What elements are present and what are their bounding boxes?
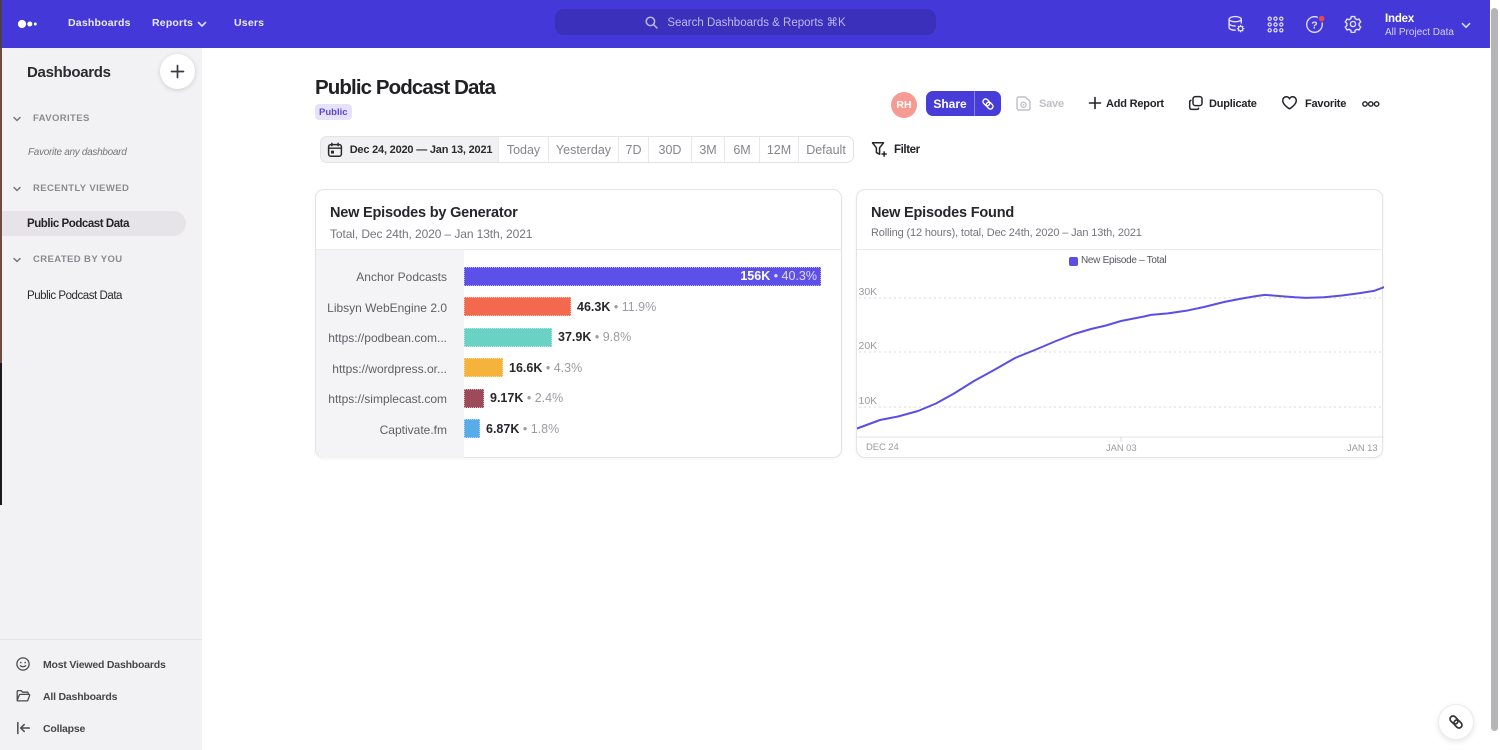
svg-text:?: ? xyxy=(1311,19,1317,31)
